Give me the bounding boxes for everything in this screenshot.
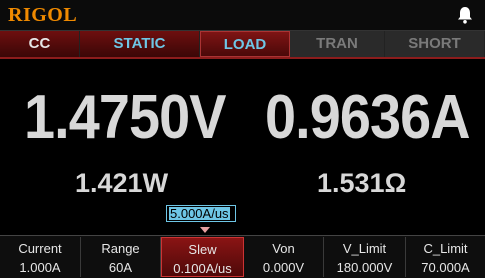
- param-label: Range: [101, 241, 140, 256]
- slew-edit-field[interactable]: 5.000A/us: [166, 205, 236, 222]
- param-value: 60A: [108, 260, 133, 275]
- param-value: 0.100A/us: [173, 261, 232, 276]
- param-v-limit[interactable]: V_Limit 180.000V: [324, 237, 406, 277]
- current-reading: 0.9636A: [265, 83, 471, 152]
- caret-down-icon: [200, 227, 210, 233]
- slew-edit-value: 5.000A/us: [169, 206, 230, 221]
- tab-load[interactable]: LOAD: [200, 31, 290, 57]
- tab-cc[interactable]: CC: [0, 31, 80, 57]
- param-label: Slew: [188, 242, 217, 257]
- param-current[interactable]: Current 1.000A: [0, 237, 81, 277]
- param-von[interactable]: Von 0.000V: [244, 237, 324, 277]
- parameter-bar: Current 1.000A Range 60A Slew 0.100A/us …: [0, 235, 485, 278]
- param-c-limit[interactable]: C_Limit 70.000A: [406, 237, 485, 277]
- bell-icon[interactable]: [457, 6, 473, 24]
- param-slew[interactable]: Slew 0.100A/us: [161, 237, 244, 277]
- param-range[interactable]: Range 60A: [81, 237, 161, 277]
- param-label: Current: [18, 241, 62, 256]
- load-screen: RIGOL CC STATIC LOAD TRAN SHORT 1.4750V …: [0, 0, 485, 278]
- param-label: C_Limit: [423, 241, 468, 256]
- param-value: 0.000V: [262, 260, 305, 275]
- voltage-reading: 1.4750V: [24, 83, 226, 152]
- param-value: 180.000V: [336, 260, 393, 275]
- param-label: V_Limit: [342, 241, 387, 256]
- tab-static[interactable]: STATIC: [80, 31, 200, 57]
- tab-tran[interactable]: TRAN: [290, 31, 385, 57]
- param-label: Von: [272, 241, 295, 256]
- brand-logo: RIGOL: [8, 4, 78, 26]
- param-value: 70.000A: [421, 260, 470, 275]
- power-reading: 1.421W: [75, 168, 169, 198]
- param-value: 1.000A: [19, 260, 61, 275]
- mode-tabs: CC STATIC LOAD TRAN SHORT: [0, 30, 485, 59]
- tab-short[interactable]: SHORT: [385, 31, 485, 57]
- resistance-reading: 1.531Ω: [317, 168, 407, 198]
- title-bar: RIGOL: [0, 0, 485, 30]
